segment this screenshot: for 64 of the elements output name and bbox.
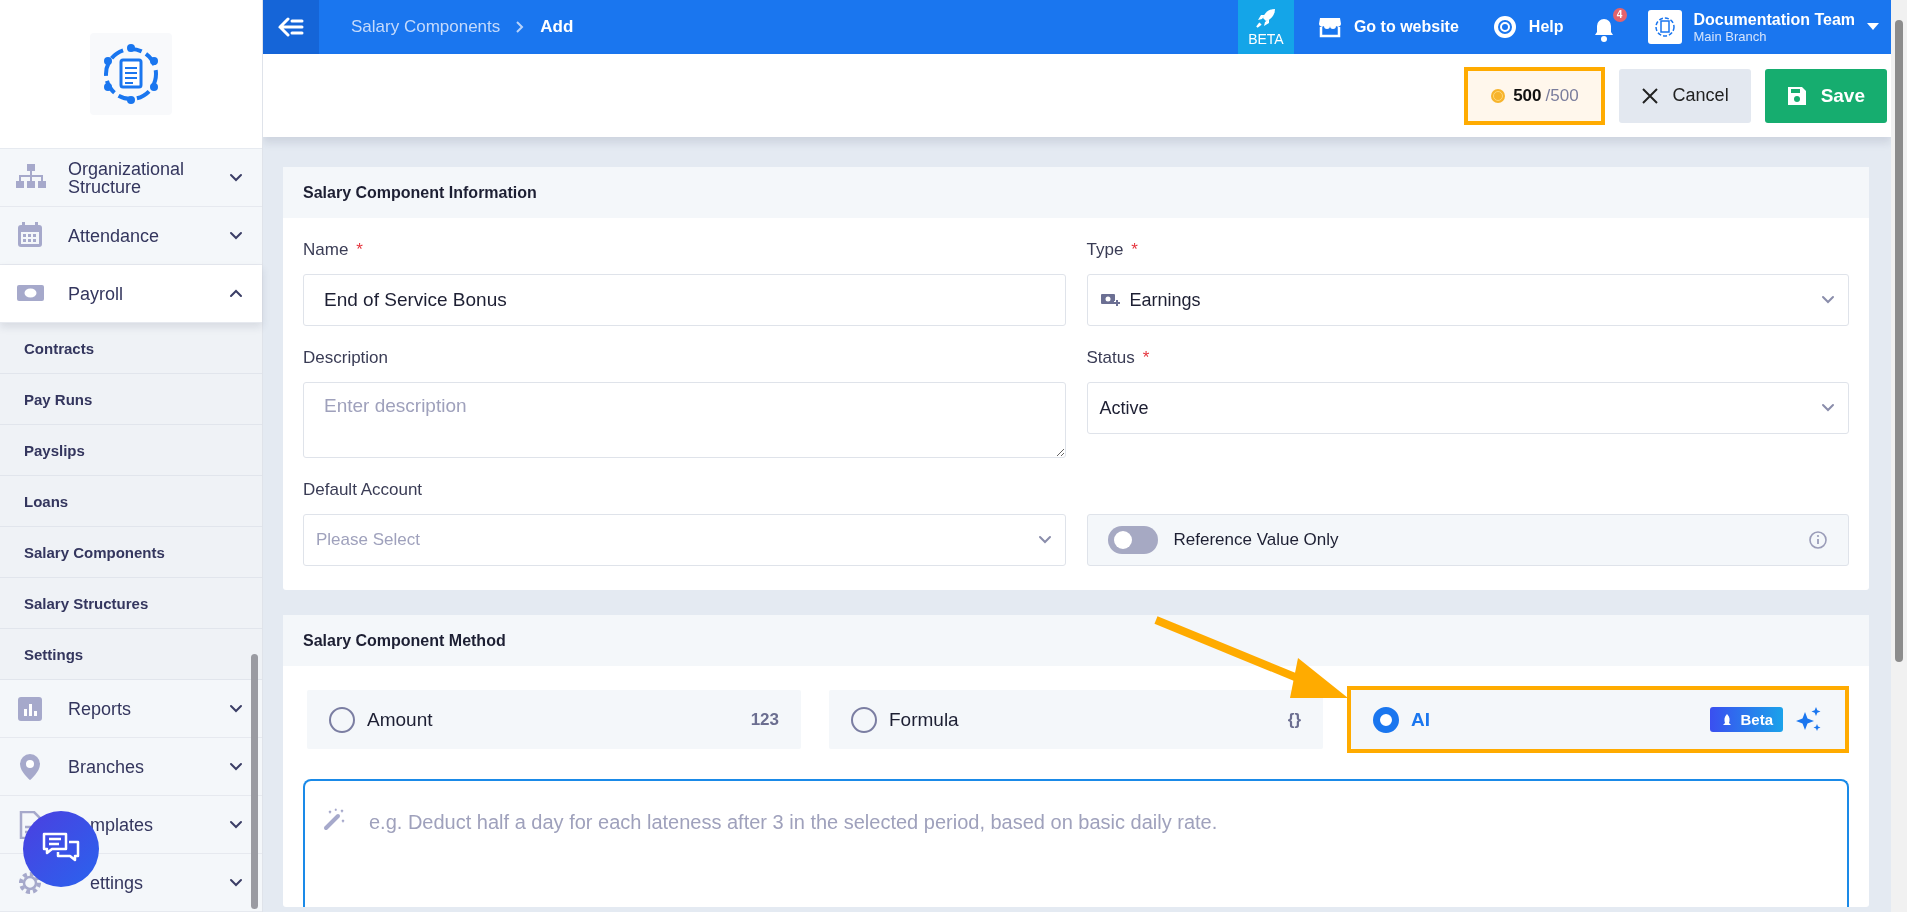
method-option[interactable]: Amount 123 [307, 690, 801, 749]
menu-collapse-icon [278, 17, 304, 37]
option-symbol: 123 [750, 709, 779, 730]
back-button[interactable] [263, 0, 319, 54]
sidebar-item-label: Attendance [68, 226, 161, 245]
scrollbar-thumb[interactable] [251, 654, 258, 909]
beta-badge: Beta [1710, 707, 1783, 732]
sidebar-item-label: Reports [68, 699, 133, 718]
user-menu[interactable]: Documentation Team Main Branch [1637, 10, 1889, 44]
required-mark: * [1131, 240, 1138, 260]
submenu-item[interactable]: Pay Runs [0, 374, 262, 425]
radio-button[interactable] [1373, 706, 1399, 733]
field-label: Name [303, 240, 349, 260]
toggle-label: Reference Value Only [1173, 530, 1340, 550]
sidebar-item[interactable]: Payroll [0, 265, 262, 323]
option-symbol: {} [1287, 709, 1301, 730]
branch-name: Main Branch [1693, 28, 1767, 44]
user-name: Documentation Team [1693, 10, 1855, 29]
method-option[interactable]: AI Beta [1351, 690, 1845, 749]
field-label: Default Account [303, 480, 423, 500]
caret-icon [1867, 23, 1879, 31]
radio-button[interactable] [329, 706, 355, 733]
logo-icon [90, 33, 172, 115]
sidebar-item[interactable]: Organizational Structure [0, 149, 262, 207]
info-icon [1808, 530, 1828, 550]
submenu-item[interactable]: Contracts [0, 323, 262, 374]
sidebar-item-label: mplates [89, 815, 155, 834]
description-field[interactable]: Enter description [303, 382, 1066, 458]
help-link[interactable]: Help [1482, 15, 1574, 39]
cancel-button[interactable]: Cancel [1618, 68, 1751, 123]
required-mark: * [356, 240, 363, 260]
select-field[interactable]: Active [1086, 382, 1849, 434]
submenu-item[interactable]: Payslips [0, 425, 262, 476]
website-link[interactable]: Go to website [1307, 16, 1469, 38]
submenu-item[interactable]: Salary Components [0, 527, 262, 578]
text-field[interactable]: End of Service Bonus [303, 274, 1066, 326]
sidebar-item-label: Organizational Structure [68, 159, 186, 196]
notification-count: 4 [1612, 8, 1627, 22]
sidebar-item-label: Payroll [68, 284, 125, 303]
submenu-item[interactable]: Salary Structures [0, 578, 262, 629]
lifebuoy-icon [1492, 15, 1517, 39]
money-plus-icon [1099, 292, 1120, 308]
select-field[interactable]: Earnings [1086, 274, 1849, 326]
credits-used: 500 [1513, 85, 1542, 106]
section-title: Salary Component Method [283, 615, 1869, 666]
submenu-item[interactable]: Loans [0, 476, 262, 527]
rocket-icon [1254, 7, 1277, 29]
toggle-switch[interactable] [1107, 526, 1158, 554]
prompt-field[interactable]: e.g. Deduct half a day for each lateness after 3 in the selected period, based on basic daily rate. [303, 779, 1849, 907]
magic-wand-icon [323, 807, 347, 831]
field-label: Status [1086, 348, 1135, 368]
credits-total: /500 [1545, 85, 1579, 106]
field-label: Description [303, 348, 389, 368]
required-mark: * [1142, 348, 1150, 368]
field-label: Type [1086, 240, 1124, 260]
radio-button[interactable] [851, 706, 877, 733]
coin-icon [1490, 87, 1507, 104]
sidebar-item-label: ettings [89, 873, 145, 892]
method-option[interactable]: Formula {} [829, 690, 1323, 749]
close-icon [1640, 86, 1659, 105]
section-title: Salary Component Information [283, 167, 1869, 218]
breadcrumb-current: Add [540, 17, 574, 37]
storefront-icon [1317, 16, 1342, 38]
sidebar-item-label: Branches [68, 757, 146, 776]
